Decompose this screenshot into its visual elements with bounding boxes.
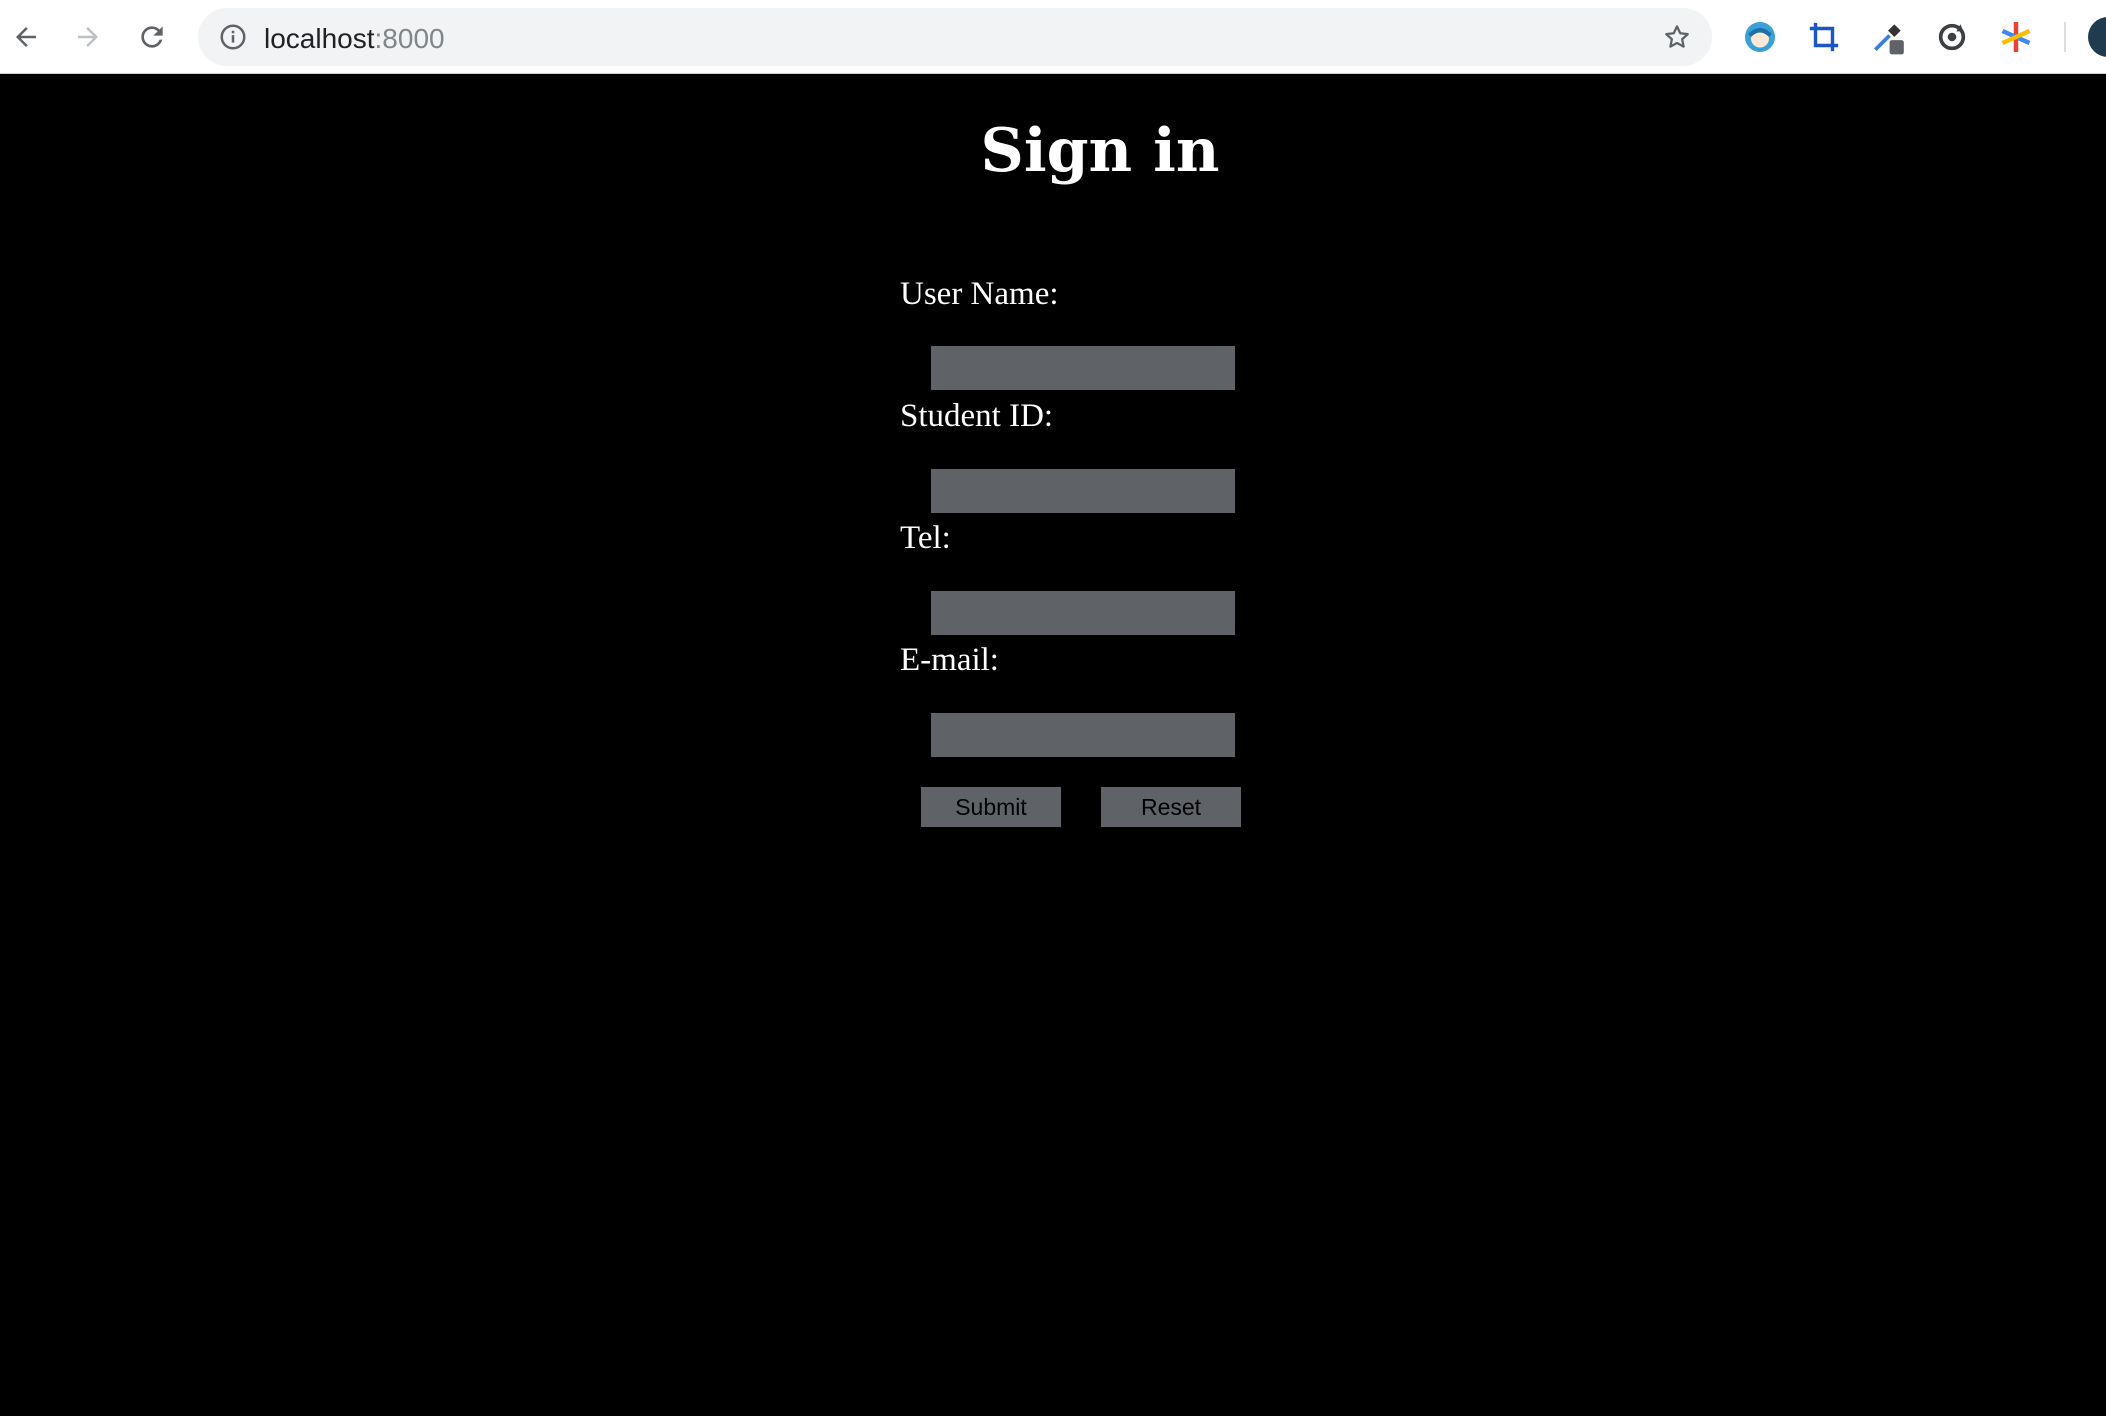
asterisk-extension-icon[interactable] bbox=[1997, 18, 2035, 56]
eyedropper-extension-icon[interactable] bbox=[1869, 18, 1907, 56]
profile-avatar[interactable] bbox=[2088, 17, 2106, 57]
reset-button[interactable]: Reset bbox=[1101, 787, 1241, 827]
browser-toolbar: localhost:8000 bbox=[0, 0, 2106, 74]
crop-extension-icon[interactable] bbox=[1805, 18, 1843, 56]
page-title: Sign in bbox=[980, 116, 1220, 186]
username-input[interactable] bbox=[931, 346, 1235, 390]
forward-button[interactable] bbox=[68, 17, 108, 57]
username-label: User Name: bbox=[900, 276, 1059, 312]
email-input[interactable] bbox=[931, 713, 1235, 757]
url-host: localhost bbox=[264, 23, 375, 54]
address-bar[interactable]: localhost:8000 bbox=[198, 8, 1712, 66]
star-icon[interactable] bbox=[1662, 22, 1692, 57]
back-arrow-icon bbox=[16, 27, 36, 47]
submit-button[interactable]: Submit bbox=[921, 787, 1061, 827]
sync-extension-icon[interactable] bbox=[1933, 18, 1971, 56]
reload-icon bbox=[141, 26, 163, 48]
forward-arrow-icon bbox=[78, 27, 98, 47]
tel-label: Tel: bbox=[900, 520, 951, 556]
student-id-input[interactable] bbox=[931, 469, 1235, 513]
student-id-label: Student ID: bbox=[900, 398, 1054, 434]
anime-girl-extension-icon[interactable] bbox=[1741, 18, 1779, 56]
reload-button[interactable] bbox=[132, 17, 172, 57]
url-port: :8000 bbox=[374, 23, 445, 54]
toolbar-divider bbox=[2064, 22, 2066, 52]
back-button[interactable] bbox=[6, 17, 46, 57]
email-label: E-mail: bbox=[900, 642, 999, 678]
page-content: Sign in User Name: Student ID: Tel: E-ma… bbox=[0, 74, 2106, 1416]
info-icon[interactable] bbox=[218, 22, 248, 57]
tel-input[interactable] bbox=[931, 591, 1235, 635]
url-text[interactable]: localhost:8000 bbox=[264, 23, 445, 55]
